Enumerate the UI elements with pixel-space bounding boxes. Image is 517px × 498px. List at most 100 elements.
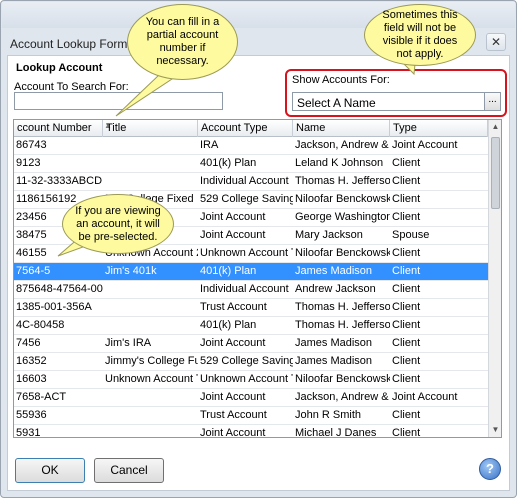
close-button[interactable]: ✕ [486,33,506,51]
table-row[interactable]: 16352 Jimmy's College Fun 529 College Savi… [14,353,488,371]
table-cell: Client [392,247,421,259]
table-cell: Client [392,283,421,295]
table-cell: 55936 [16,409,47,421]
table-cell: Joint Account [200,427,266,438]
table-row[interactable]: 5931 Joint Account Michael J Danes Client [14,425,488,438]
table-cell: Client [392,337,421,349]
table-cell: Unknown Account Ty [200,373,293,385]
table-cell: 7658-ACT [16,391,67,403]
table-cell: Niloofar Benckowski [295,373,390,385]
grid-header: ccount Number ▲ Title Account Type Name … [14,120,488,137]
cancel-button[interactable]: Cancel [94,458,164,483]
grid-rows: 86743IRAJackson, Andrew & MJoint Account… [14,137,488,438]
table-cell: Unknown Account Ty [200,247,293,259]
table-cell: 4C-80458 [16,319,65,331]
column-header-type[interactable]: Type [390,120,488,137]
column-header-name[interactable]: Name [293,120,390,137]
table-cell: Niloofar Benckowski [295,193,390,205]
table-cell: Trust Account [200,301,267,313]
table-cell: Joint Account [392,139,458,151]
table-row[interactable]: 11-32-3333ABCD Individual Account Thomas H… [14,173,488,191]
show-accounts-label: Show Accounts For: [292,74,390,86]
column-header-account-type[interactable]: Account Type [198,120,293,137]
account-search-input[interactable] [14,92,223,110]
table-row[interactable]: 4C-80458 401(k) Plan Thomas H. Jefferson Cl… [14,317,488,335]
table-cell: Joint Account [200,391,266,403]
table-cell: Client [392,427,421,438]
table-cell: 875648-47564-001 [16,283,103,295]
table-cell: 401(k) Plan [200,319,257,331]
table-cell: 529 College Savings [200,193,293,205]
window-title: Account Lookup Form [10,37,128,51]
table-cell: Client [392,373,421,385]
table-cell: Jackson, Andrew & M [295,391,390,403]
accounts-grid[interactable]: ccount Number ▲ Title Account Type Name … [13,119,502,438]
callout-field-visibility: Sometimes this field will not be visible… [364,4,476,66]
scroll-thumb[interactable] [491,137,500,209]
table-cell: Unknown Account Ty [105,373,198,385]
table-cell: 9123 [16,157,41,169]
table-cell: 401(k) Plan [200,265,257,277]
table-cell: Spouse [392,229,430,241]
table-cell: Jackson, Andrew & M [295,139,390,151]
table-row[interactable]: 7456 Jim's IRA Joint Account James Madison C… [14,335,488,353]
table-row[interactable]: 16603 Unknown Account Ty Unknown Account T… [14,371,488,389]
table-cell: Trust Account [200,409,267,421]
column-header-account-number[interactable]: ccount Number [14,120,103,137]
table-cell: George Washington [295,211,390,223]
table-cell: Thomas H. Jefferson [295,175,390,187]
table-cell: Client [392,265,421,277]
show-accounts-value: Select A Name [297,96,376,110]
table-cell: Client [392,301,421,313]
scroll-down-icon[interactable]: ▼ [489,423,501,437]
table-cell: 11-32-3333ABCD [16,175,103,187]
vertical-scrollbar[interactable]: ▲ ▼ [488,120,501,437]
table-row[interactable]: 55936 Trust Account John R Smith Client [14,407,488,425]
table-cell: Client [392,211,421,223]
table-cell: Mary Jackson [295,229,363,241]
table-cell: 7564-5 [16,265,51,277]
table-cell: Joint Account [200,211,266,223]
show-accounts-field[interactable]: Select A Name ... [292,92,501,111]
table-row[interactable]: 1385-001-356A Trust Account Thomas H. Jeff… [14,299,488,317]
table-cell: Client [392,157,421,169]
table-cell: Client [392,355,421,367]
table-row[interactable]: 7658-ACTJoint AccountJackson, Andrew & M… [14,389,488,407]
table-cell: 401(k) Plan [200,157,257,169]
table-cell: Individual Account [200,175,289,187]
callout-partial-number: You can fill in a partial account number… [127,4,238,80]
table-cell: Client [392,319,421,331]
table-cell: Joint Account [200,337,266,349]
table-cell: Andrew Jackson [295,283,376,295]
table-cell: Jimmy's College Fun [105,355,198,367]
table-cell: 529 College Savings [200,355,293,367]
table-cell: 7456 [16,337,41,349]
table-cell: 5931 [16,427,41,438]
table-cell: Thomas H. Jefferson [295,301,390,313]
scroll-up-icon[interactable]: ▲ [489,120,501,134]
ok-button[interactable]: OK [15,458,85,483]
table-cell: Individual Account [200,283,289,295]
table-cell: Niloofar Benckowski [295,247,390,259]
lookup-heading: Lookup Account [16,62,103,74]
callout-preselected: If you are viewing an account, it will b… [62,194,174,254]
table-cell: Client [392,193,421,205]
table-row[interactable]: 7564-5 Jim's 401k 401(k) Plan James Madison… [14,263,488,281]
help-icon[interactable]: ? [479,458,501,480]
browse-button[interactable]: ... [484,93,500,110]
table-cell: IRA [200,139,219,151]
table-cell: Joint Account [392,391,458,403]
table-row[interactable]: 9123 401(k) Plan Leland K Johnson Client [14,155,488,173]
table-row[interactable]: 86743 IRA Jackson, Andrew & MJoint Account [14,137,488,155]
column-header-title[interactable]: Title [103,120,198,137]
table-cell: Jim's IRA [105,337,152,349]
table-cell: James Madison [295,355,373,367]
table-cell: 86743 [16,139,47,151]
table-cell: Leland K Johnson [295,157,384,169]
table-cell: James Madison [295,337,373,349]
table-cell: Jim's 401k [105,265,157,277]
table-cell: 1385-001-356A [16,301,92,313]
table-row[interactable]: 875648-47564-001 Individual Account Andrew… [14,281,488,299]
table-cell: John R Smith [295,409,362,421]
table-cell: 16352 [16,355,47,367]
